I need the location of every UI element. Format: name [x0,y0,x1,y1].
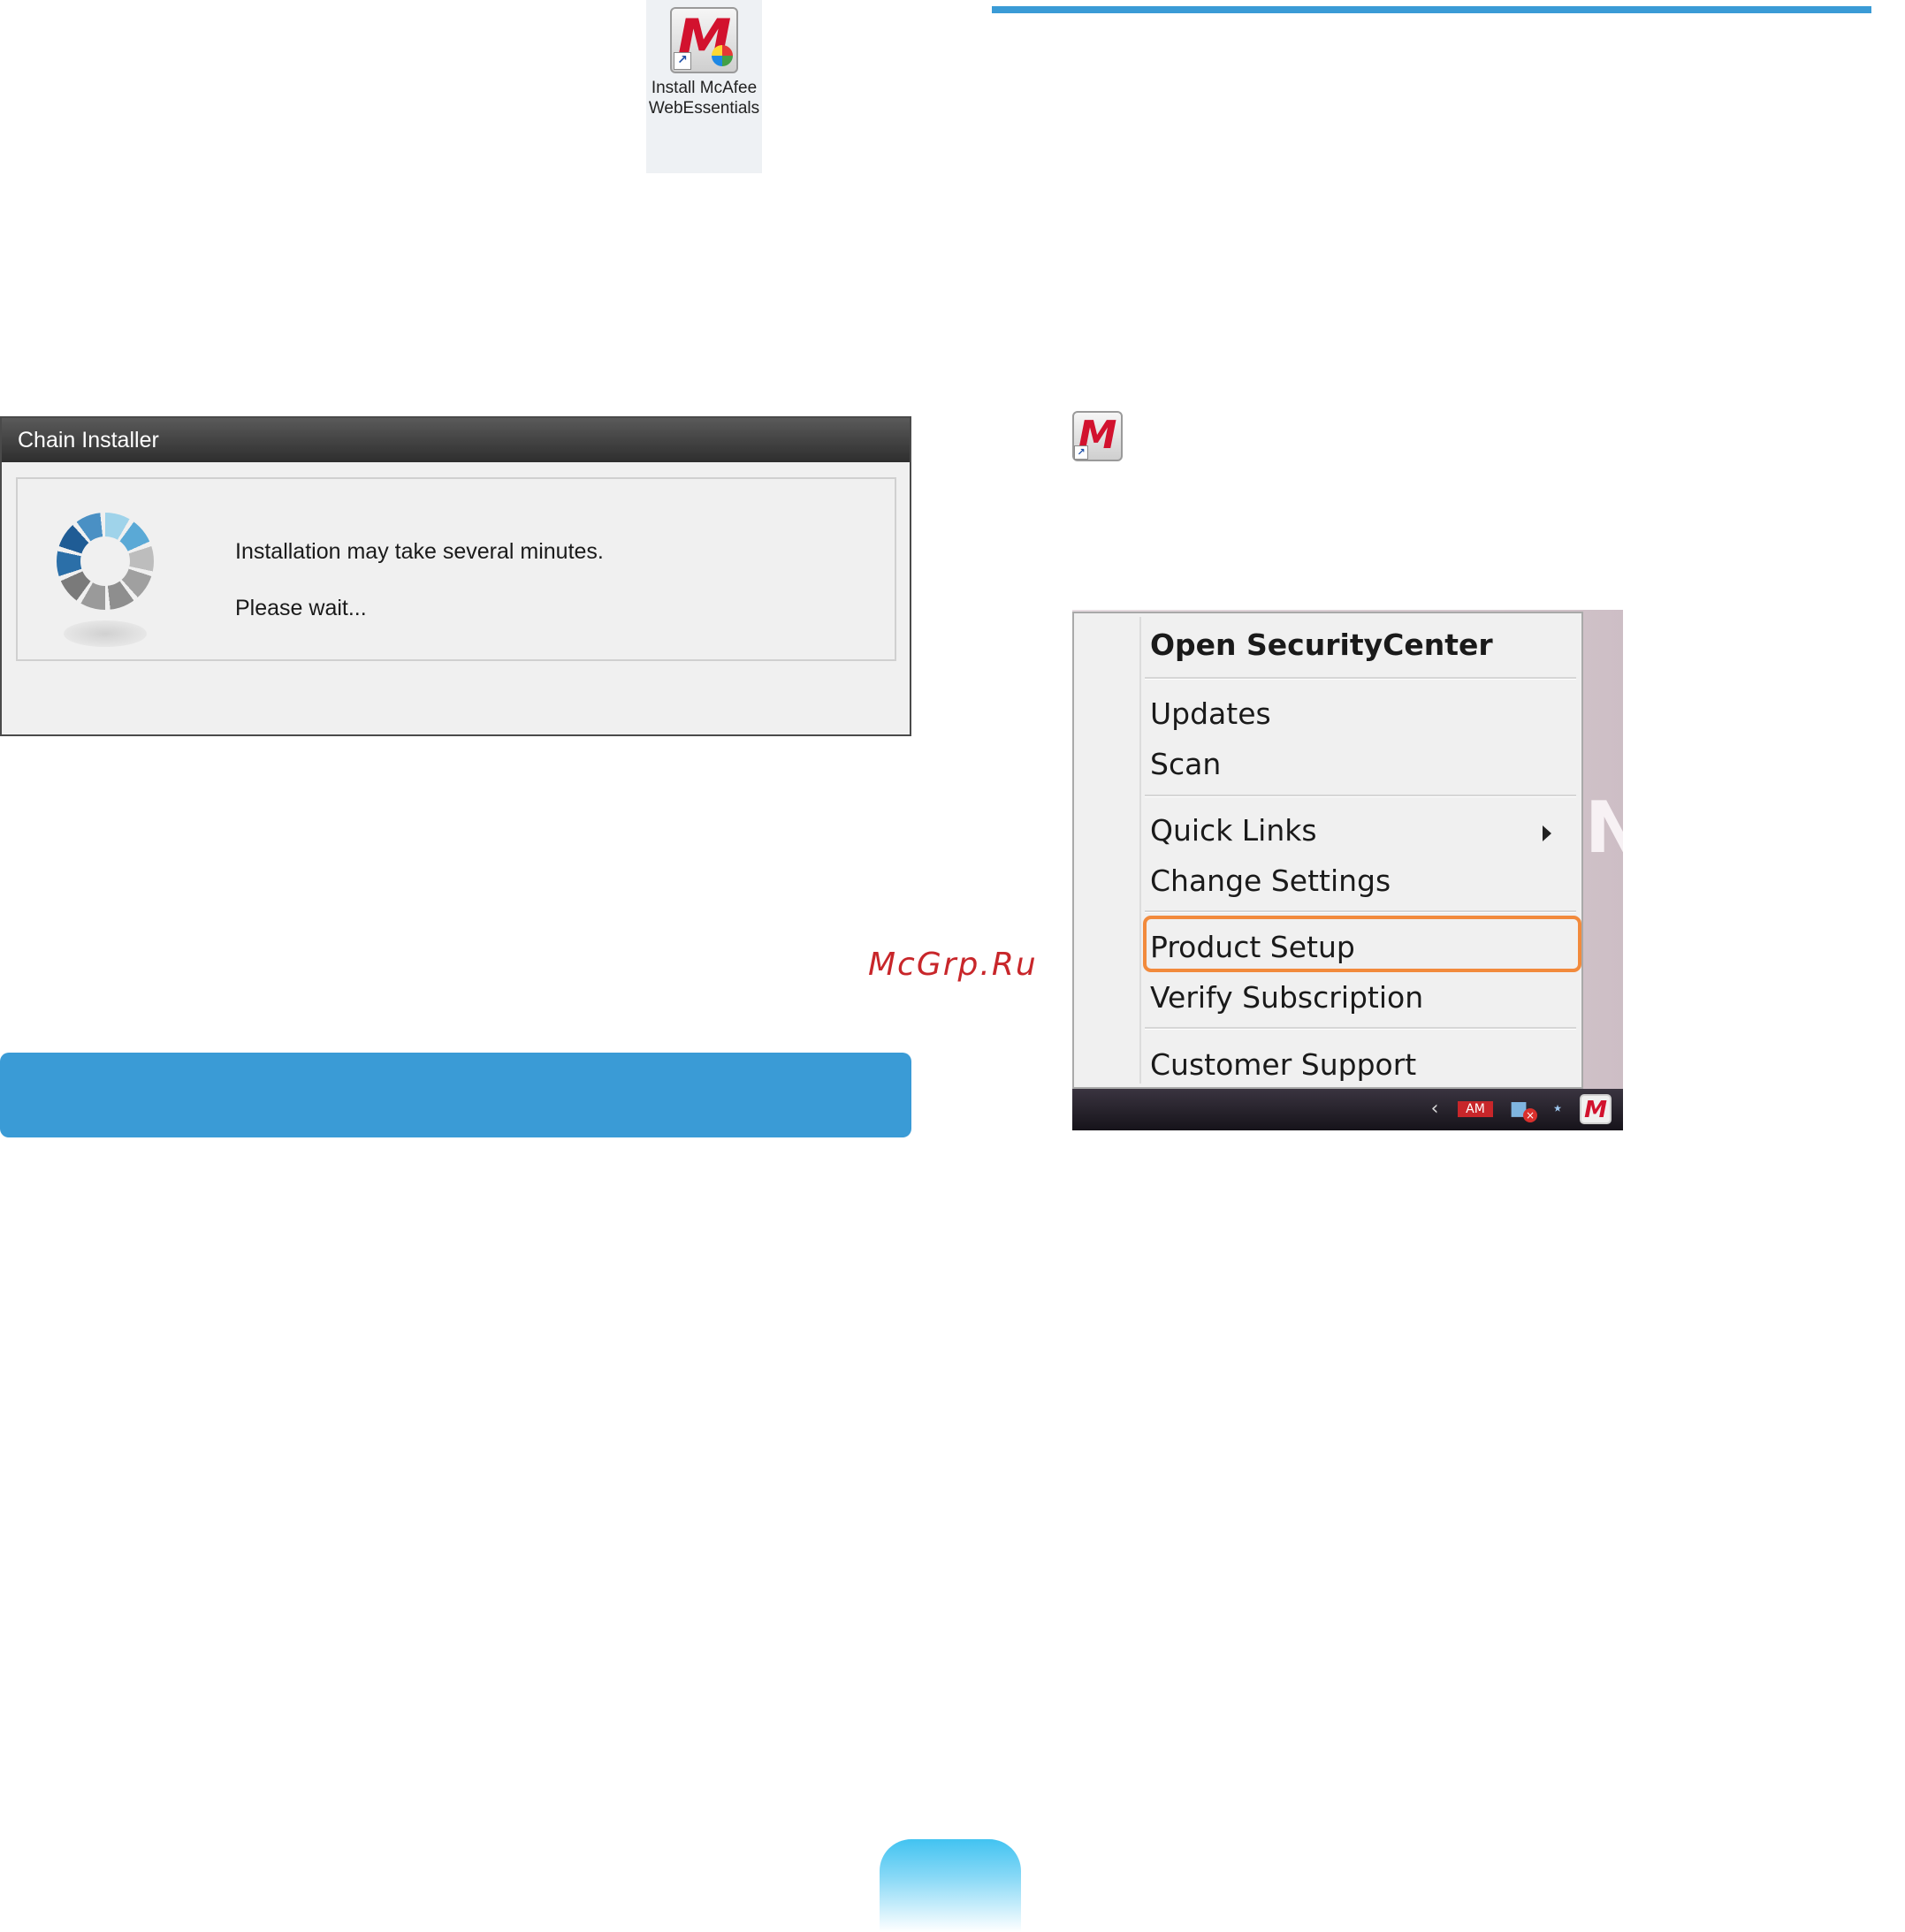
menu-item-change-settings[interactable]: Change Settings [1150,858,1574,904]
shortcut-label: Install McAfee WebEssentials [648,79,760,118]
tray-app-icon[interactable]: AM [1458,1101,1493,1117]
tray-menu-screenshot: N Open SecurityCenter Updates Scan Quick… [1072,610,1623,1130]
shortcut-arrow-icon: ↗ [674,52,691,70]
menu-item-scan[interactable]: Scan [1150,742,1574,787]
tray-context-menu: Open SecurityCenter Updates Scan Quick L… [1072,612,1583,1089]
loading-spinner-icon [57,513,154,610]
menu-item-quick-links[interactable]: Quick Links [1150,808,1574,854]
windows-globe-icon [712,45,733,66]
installer-titlebar[interactable]: Chain Installer [2,418,910,462]
menu-separator [1145,1027,1576,1030]
chain-installer-window: Chain Installer Installation may take se… [0,416,911,736]
taskbar: ‹ AM ■ × ⋆ M [1072,1089,1623,1130]
installer-content-panel: Installation may take several minutes. P… [16,477,896,661]
chevron-left-icon[interactable]: ‹ [1426,1098,1444,1121]
installer-wait-text: Please wait... [235,596,367,620]
desktop-shortcut-install-mcafee[interactable]: M ↗ Install McAfee WebEssentials [646,0,762,173]
installer-message: Installation may take several minutes. [235,539,604,564]
menu-item-customer-support[interactable]: Customer Support [1150,1042,1574,1088]
menu-separator [1145,910,1576,913]
watermark: McGrp.Ru [868,947,1038,983]
mcafee-logo-icon: M ↗ [670,7,738,73]
highlight-callout-box [1143,916,1581,972]
menu-item-updates[interactable]: Updates [1150,691,1574,737]
background-letter: N [1585,787,1623,869]
shortcut-arrow-icon: ↗ [1074,445,1088,460]
submenu-arrow-icon [1543,825,1551,841]
bluetooth-icon[interactable]: ⋆ [1546,1098,1569,1121]
blue-banner-bar [0,1053,911,1137]
menu-separator [1145,795,1576,797]
spinner-reflection [64,620,147,647]
page-number-tab [880,1839,1021,1932]
menu-item-open-securitycenter[interactable]: Open SecurityCenter [1150,622,1574,668]
menu-separator [1145,677,1576,680]
error-x-icon: × [1523,1108,1537,1122]
mcafee-tray-icon[interactable]: M [1580,1094,1612,1124]
mcafee-shortcut-icon[interactable]: M ↗ [1072,411,1123,461]
menu-item-verify-subscription[interactable]: Verify Subscription [1150,975,1574,1021]
top-divider [992,6,1871,13]
